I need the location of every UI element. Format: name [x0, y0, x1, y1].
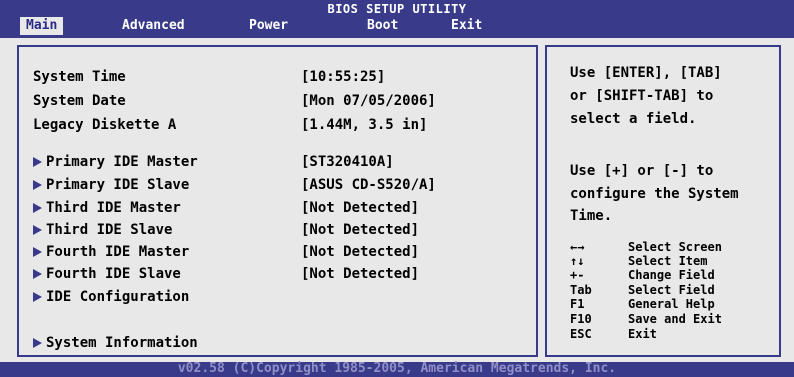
copyright-footer: v02.58 (C)Copyright 1985-2005, American … — [0, 362, 794, 377]
key-description: Select Item — [628, 254, 708, 268]
help-text-line: Time. — [570, 208, 613, 224]
submenu-label: Third IDE Slave — [46, 222, 173, 238]
key-description: Exit — [628, 327, 657, 341]
submenu-value: [ST320410A] — [301, 154, 394, 170]
help-text-line: select a field. — [570, 111, 697, 127]
bios-title: BIOS SETUP UTILITY — [327, 2, 467, 16]
help-text-line: Use [+] or [-] to — [570, 163, 714, 179]
key-description: Select Screen — [628, 240, 722, 254]
submenu-label: Third IDE Master — [46, 200, 181, 216]
submenu-label: Fourth IDE Slave — [46, 266, 181, 282]
tab-power[interactable]: Power — [243, 17, 294, 35]
field-label: System Time — [33, 69, 126, 85]
submenu-label: Fourth IDE Master — [46, 244, 190, 260]
submenu-value: [Not Detected] — [301, 222, 420, 238]
tab-boot[interactable]: Boot — [361, 17, 404, 35]
key-description: Select Field — [628, 283, 715, 297]
help-text-line: Use [ENTER], [TAB] — [570, 65, 722, 81]
tab-exit[interactable]: Exit — [445, 17, 488, 35]
submenu-value: [Not Detected] — [301, 244, 420, 260]
submenu-value: [Not Detected] — [301, 200, 420, 216]
left-right-arrows-icon: ←→ — [570, 240, 585, 254]
submenu-arrow-icon — [33, 292, 42, 302]
submenu-value: [ASUS CD-S520/A] — [301, 177, 436, 193]
field-value[interactable]: [Mon 07/05/2006] — [301, 91, 436, 111]
submenu-label: IDE Configuration — [46, 289, 190, 305]
submenu-arrow-icon — [33, 269, 42, 279]
key-name: +- — [570, 268, 585, 282]
submenu-arrow-icon — [33, 338, 42, 348]
key-name: F1 — [570, 297, 585, 311]
key-description: General Help — [628, 297, 715, 311]
key-name: ESC — [570, 327, 592, 341]
submenu-label: Primary IDE Slave — [46, 177, 190, 193]
field-value[interactable]: [1.44M, 3.5 in] — [301, 115, 427, 135]
help-text-line: configure the System — [570, 186, 739, 202]
key-description: Change Field — [628, 268, 715, 282]
up-down-arrows-icon: ↑↓ — [570, 254, 585, 268]
help-text-line: or [SHIFT-TAB] to — [570, 88, 714, 104]
title-bar: BIOS SETUP UTILITY Main Advanced Power B… — [0, 0, 794, 38]
field-label: Legacy Diskette A — [33, 117, 177, 133]
submenu-arrow-icon — [33, 180, 42, 190]
tab-advanced[interactable]: Advanced — [116, 17, 191, 35]
submenu-value: [Not Detected] — [301, 266, 420, 282]
submenu-label: Primary IDE Master — [46, 154, 198, 170]
key-name: Tab — [570, 283, 592, 297]
field-value[interactable]: [10:55:25] — [301, 67, 385, 87]
field-label: System Date — [33, 93, 126, 109]
submenu-label: System Information — [46, 335, 198, 351]
tab-main[interactable]: Main — [20, 17, 64, 35]
key-name: F10 — [570, 312, 592, 326]
submenu-arrow-icon — [33, 157, 42, 167]
submenu-arrow-icon — [33, 247, 42, 257]
submenu-arrow-icon — [33, 225, 42, 235]
key-description: Save and Exit — [628, 312, 722, 326]
submenu-arrow-icon — [33, 203, 42, 213]
